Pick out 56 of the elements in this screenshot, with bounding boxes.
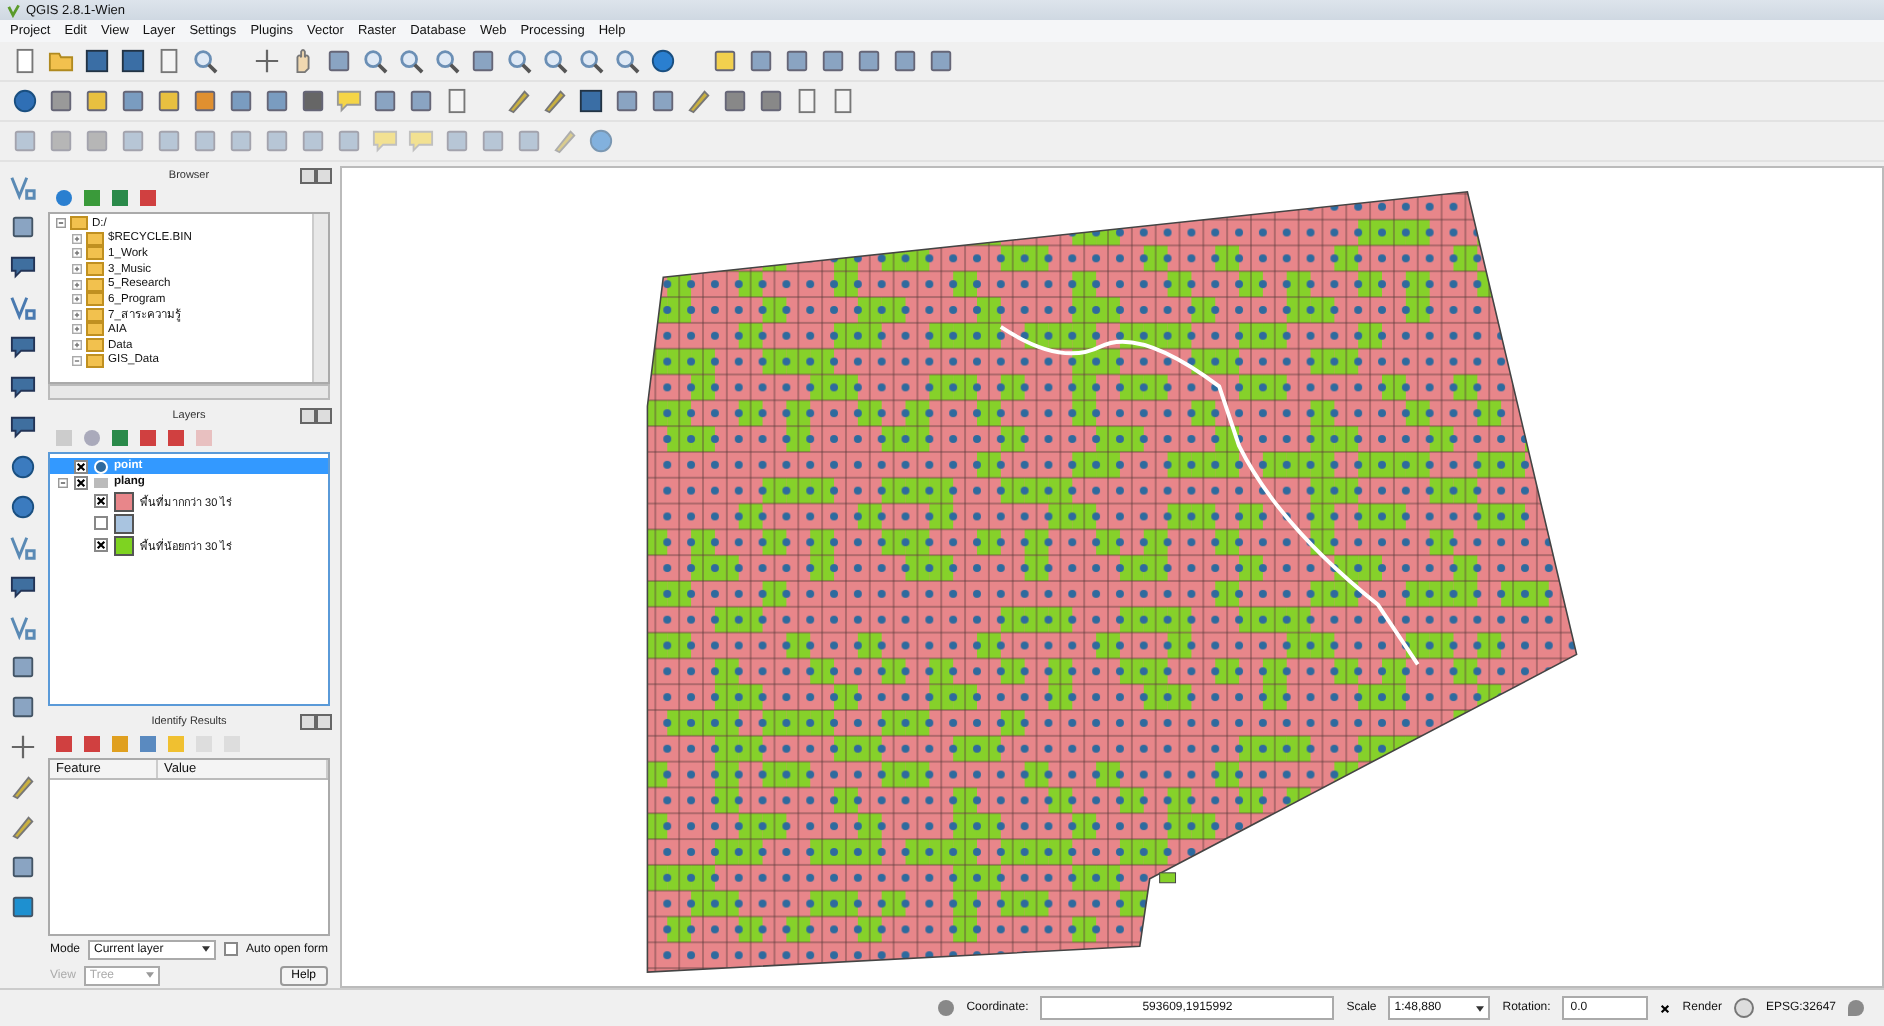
comment-icon[interactable] (9, 414, 35, 440)
close-button[interactable] (316, 408, 332, 424)
auto-open-checkbox[interactable] (224, 942, 238, 956)
comment-icon[interactable] (9, 574, 35, 600)
zoom-icon[interactable] (614, 48, 640, 74)
document-icon[interactable] (794, 88, 820, 114)
comment-icon[interactable] (9, 374, 35, 400)
close-button[interactable] (316, 168, 332, 184)
point-icon[interactable] (9, 734, 35, 760)
caret-icon (1476, 1005, 1485, 1011)
save-icon[interactable] (120, 48, 146, 74)
comment-icon[interactable] (9, 254, 35, 280)
zoom-icon[interactable] (434, 48, 460, 74)
zoom-icon[interactable] (192, 48, 218, 74)
layer-checkbox[interactable] (74, 475, 88, 489)
chat-icon[interactable] (1848, 1000, 1864, 1016)
caret-icon (145, 972, 154, 978)
zoom-icon[interactable] (578, 48, 604, 74)
caret-icon (202, 946, 210, 952)
pointer-icon[interactable] (254, 48, 280, 74)
pencil-icon[interactable] (9, 814, 35, 840)
pencil-icon[interactable] (686, 88, 712, 114)
document-icon[interactable] (12, 48, 38, 74)
pencil-icon[interactable] (506, 88, 532, 114)
zoom-icon[interactable] (542, 48, 568, 74)
pencil-icon[interactable] (9, 774, 35, 800)
save-icon[interactable] (578, 88, 604, 114)
comment-icon[interactable] (9, 334, 35, 360)
float-button[interactable] (300, 408, 316, 424)
layer-checkbox[interactable] (74, 459, 88, 473)
vector-icon[interactable] (9, 614, 35, 640)
render-checkbox[interactable] (1660, 1003, 1671, 1013)
category-checkbox[interactable] (94, 538, 108, 552)
vertical-scrollbar[interactable] (312, 214, 328, 382)
horizontal-scrollbar[interactable] (48, 384, 330, 400)
folder-icon[interactable] (48, 48, 74, 74)
close-button[interactable] (316, 714, 332, 730)
document-icon[interactable] (444, 88, 470, 114)
zoom-icon[interactable] (506, 48, 532, 74)
document-icon[interactable] (830, 88, 856, 114)
float-button[interactable] (300, 714, 316, 730)
category-checkbox[interactable] (94, 516, 108, 530)
document-icon[interactable] (156, 48, 182, 74)
vector-icon[interactable] (9, 534, 35, 560)
app-logo-icon (6, 3, 20, 17)
category-checkbox[interactable] (94, 494, 108, 508)
vector-icon[interactable] (9, 174, 35, 200)
zoom-icon[interactable] (362, 48, 388, 74)
zoom-icon[interactable] (398, 48, 424, 74)
expand-toggle-icon[interactable] (58, 477, 68, 487)
point-symbol-icon (94, 459, 108, 473)
pencil-icon[interactable] (542, 88, 568, 114)
save-icon[interactable] (84, 48, 110, 74)
polygon-symbol-icon (94, 477, 108, 487)
curve-icon[interactable] (9, 294, 35, 320)
float-button[interactable] (300, 168, 316, 184)
